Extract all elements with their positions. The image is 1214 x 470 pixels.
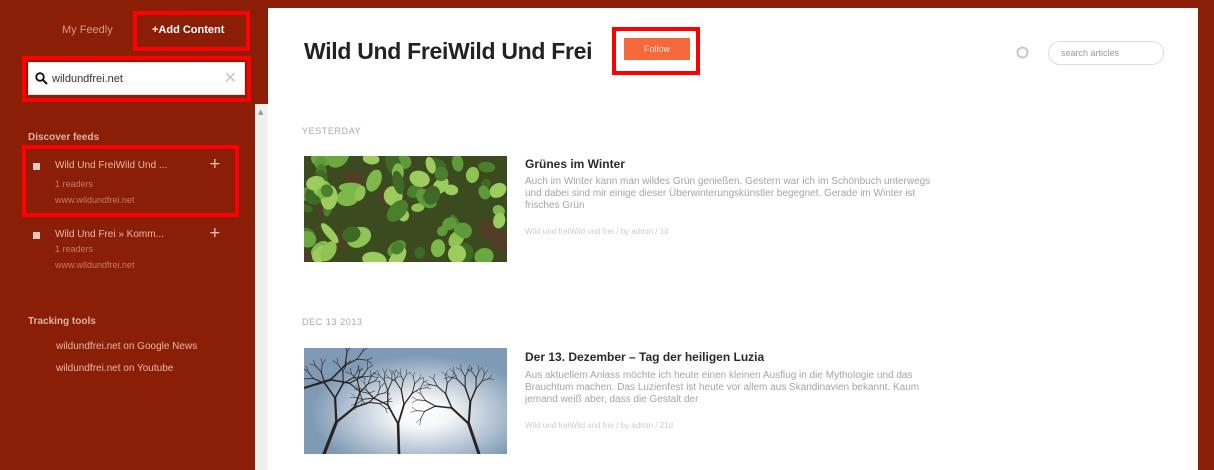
tracking-tools-heading: Tracking tools xyxy=(28,316,96,327)
annotation-box-feed xyxy=(22,145,239,217)
annotation-box-add-content xyxy=(133,11,250,51)
date-header: DEC 13 2013 xyxy=(302,317,363,327)
annotation-box-follow xyxy=(612,27,700,75)
article-meta: Wild und freiWild und frei / by admin / … xyxy=(525,421,674,430)
annotation-box-search xyxy=(22,56,251,102)
tracking-link-google-news[interactable]: wildundfrei.net on Google News xyxy=(56,341,197,352)
article-meta: Wild und freiWild und frei / by admin / … xyxy=(525,227,669,236)
article-title[interactable]: Der 13. Dezember – Tag der heiligen Luzi… xyxy=(525,350,764,364)
article-thumbnail[interactable] xyxy=(304,156,507,262)
search-articles-input[interactable] xyxy=(1061,46,1157,60)
article-title[interactable]: Grünes im Winter xyxy=(525,157,625,171)
search-articles-box[interactable] xyxy=(1048,41,1164,65)
feed-favicon-icon xyxy=(33,232,40,239)
article-excerpt: Aus aktuellem Anlass möchte ich heute ei… xyxy=(525,370,920,405)
feed-item-2[interactable]: Wild Und Frei » Komm... + 1 readers www.… xyxy=(26,224,232,276)
refresh-icon[interactable] xyxy=(1016,46,1029,59)
add-feed-plus-icon[interactable]: + xyxy=(209,225,221,241)
date-header: YESTERDAY xyxy=(302,126,362,136)
discover-feeds-heading: Discover feeds xyxy=(28,132,100,143)
sidebar-scrollbar[interactable] xyxy=(255,104,268,470)
article-thumbnail[interactable] xyxy=(304,348,507,454)
feed-readers: 1 readers xyxy=(55,244,94,254)
scroll-up-arrow-icon[interactable]: ▲ xyxy=(258,108,263,116)
tab-my-feedly[interactable]: My Feedly xyxy=(62,24,113,36)
page-title: Wild Und FreiWild Und Frei xyxy=(304,38,593,64)
feed-title: Wild Und Frei » Komm... xyxy=(55,229,164,240)
tracking-link-youtube[interactable]: wildundfrei.net on Youtube xyxy=(56,363,173,374)
feed-url: www.wildundfrei.net xyxy=(55,260,135,270)
article-excerpt: Auch im Winter kann man wildes Grün geni… xyxy=(525,176,931,211)
